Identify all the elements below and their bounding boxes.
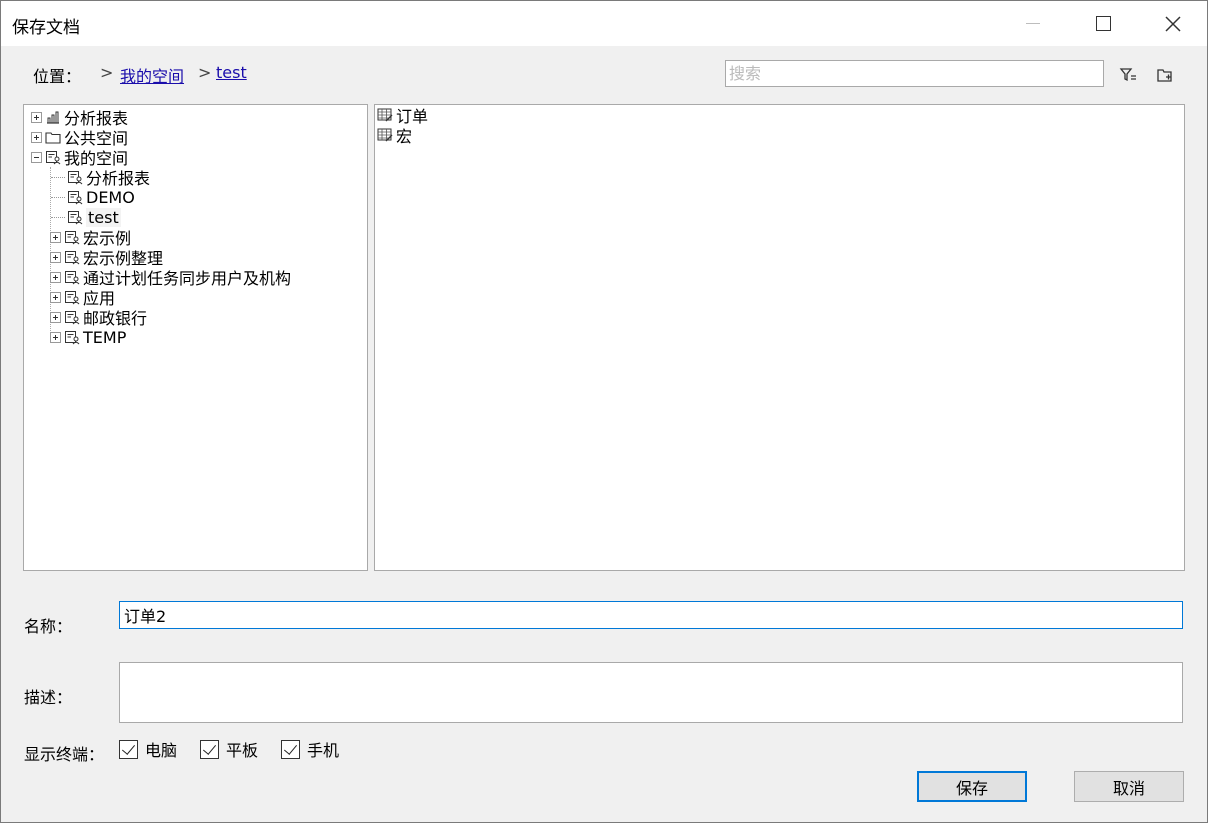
description-label: 描述： xyxy=(24,688,73,707)
tree-item-label: DEMO xyxy=(86,187,135,207)
user-space-icon xyxy=(65,291,80,305)
checkbox-checked[interactable] xyxy=(119,739,138,759)
description-input[interactable] xyxy=(119,662,1183,723)
new-folder-icon[interactable] xyxy=(1156,66,1174,84)
tree-item-postal-bank[interactable]: 邮政银行 xyxy=(50,307,148,328)
cancel-button[interactable]: 取消 xyxy=(1074,771,1184,802)
maximize-icon xyxy=(1095,16,1111,31)
tree-item-macro-examples[interactable]: 宏示例 xyxy=(50,227,131,248)
expand-icon[interactable] xyxy=(31,111,42,123)
name-input[interactable] xyxy=(119,601,1183,629)
user-space-icon xyxy=(65,311,80,325)
name-label: 名称： xyxy=(24,617,73,636)
minimize-icon xyxy=(1026,23,1040,24)
breadcrumb-my-space[interactable]: 我的空间 xyxy=(120,63,184,87)
user-space-icon xyxy=(65,231,80,245)
user-space-icon xyxy=(65,331,80,345)
list-item[interactable]: 订单 xyxy=(377,105,428,126)
breadcrumb-separator: > xyxy=(198,63,212,82)
list-item-label: 宏 xyxy=(396,127,413,146)
tree-item-public-space[interactable]: 公共空间 xyxy=(31,127,128,148)
user-space-icon xyxy=(65,251,80,265)
tree-item-label: test xyxy=(86,207,121,227)
user-space-icon xyxy=(46,151,61,165)
user-space-icon xyxy=(68,211,83,225)
terminal-tablet-checkbox[interactable]: 平板 xyxy=(200,738,258,760)
location-label: 位置： xyxy=(33,67,82,86)
expand-icon[interactable] xyxy=(31,131,42,143)
tree-connector xyxy=(51,176,65,178)
tree-item-test[interactable]: test xyxy=(51,207,121,227)
expand-icon[interactable] xyxy=(50,291,61,303)
tree-connector xyxy=(51,196,65,198)
tree-connector xyxy=(51,216,65,218)
checkbox-label: 平板 xyxy=(226,741,259,760)
checkbox-label: 电脑 xyxy=(145,741,178,760)
collapse-icon[interactable] xyxy=(31,151,42,163)
checkbox-label: 手机 xyxy=(307,741,340,760)
search-input[interactable] xyxy=(725,60,1104,87)
tree-item-analysis-reports[interactable]: 分析报表 xyxy=(31,107,128,128)
close-icon xyxy=(1165,15,1181,32)
minimize-button[interactable] xyxy=(1010,1,1056,46)
list-item[interactable]: 宏 xyxy=(377,125,413,146)
display-terminal-label: 显示终端： xyxy=(24,745,105,764)
save-button[interactable]: 保存 xyxy=(917,771,1027,802)
table-icon xyxy=(377,128,393,142)
tree-item-temp[interactable]: TEMP xyxy=(50,327,126,347)
tree-item-apps[interactable]: 应用 xyxy=(50,287,115,308)
expand-icon[interactable] xyxy=(50,251,61,263)
chart-icon xyxy=(47,111,59,124)
filter-icon[interactable] xyxy=(1119,66,1137,84)
terminal-pc-checkbox[interactable]: 电脑 xyxy=(119,738,177,760)
title-bar[interactable]: 保存文档 xyxy=(1,1,1207,46)
file-list[interactable]: 订单 宏 xyxy=(374,104,1185,571)
folder-tree[interactable]: 分析报表 公共空间 我的空间 分析报表 DEMO test 宏示例 宏示例整理 … xyxy=(23,104,368,571)
expand-icon[interactable] xyxy=(50,271,61,283)
tree-item-label: 邮政银行 xyxy=(83,309,148,328)
user-space-icon xyxy=(68,171,83,185)
tree-item-my-space[interactable]: 我的空间 xyxy=(31,147,128,168)
tree-item-macro-examples-organized[interactable]: 宏示例整理 xyxy=(50,247,163,268)
folder-icon xyxy=(45,132,61,144)
tree-item-label: TEMP xyxy=(83,327,127,347)
checkbox-checked[interactable] xyxy=(200,739,219,759)
tree-item-label: 分析报表 xyxy=(86,169,151,188)
user-space-icon xyxy=(65,271,80,285)
table-icon xyxy=(377,108,393,122)
user-space-icon xyxy=(68,191,83,205)
close-button[interactable] xyxy=(1150,1,1196,46)
maximize-button[interactable] xyxy=(1080,1,1126,46)
save-document-dialog: 保存文档 位置： > 我的空间 > test 搜索 分析报表 公共空间 我的空间… xyxy=(0,0,1208,823)
breadcrumb-separator: > xyxy=(100,63,114,82)
window-title: 保存文档 xyxy=(12,18,80,38)
expand-icon[interactable] xyxy=(50,311,61,323)
tree-item-analysis-reports-child[interactable]: 分析报表 xyxy=(51,167,151,188)
tree-item-sync-users[interactable]: 通过计划任务同步用户及机构 xyxy=(50,267,291,288)
expand-icon[interactable] xyxy=(50,331,61,343)
expand-icon[interactable] xyxy=(50,231,61,243)
tree-item-demo[interactable]: DEMO xyxy=(51,187,135,207)
terminal-phone-checkbox[interactable]: 手机 xyxy=(281,738,339,760)
breadcrumb-test[interactable]: test xyxy=(216,63,247,82)
checkbox-checked[interactable] xyxy=(281,739,300,759)
